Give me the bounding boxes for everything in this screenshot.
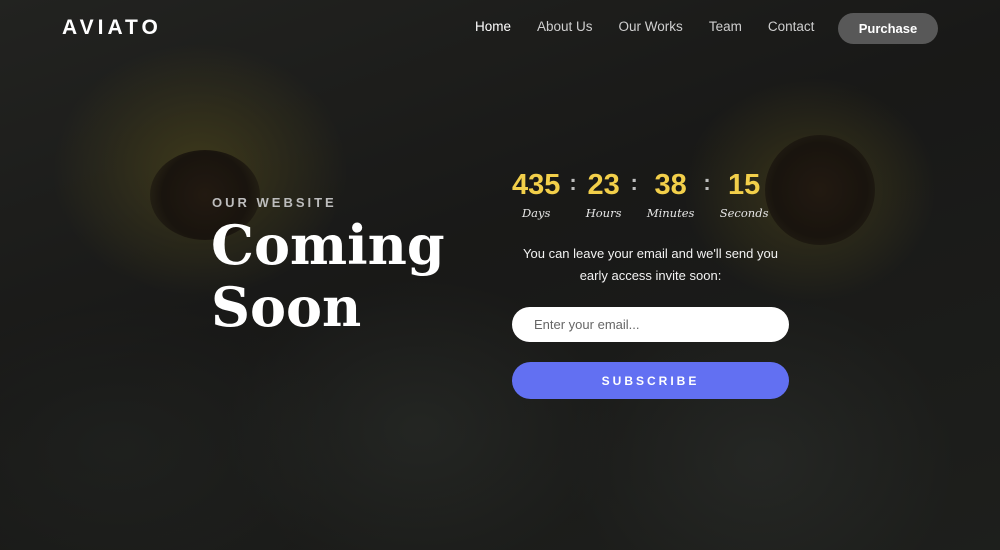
countdown-minutes: 38 Minutes	[647, 168, 695, 220]
minutes-label: Minutes	[646, 206, 695, 220]
countdown-days: 435 Days	[512, 168, 560, 220]
title-line-1: Coming	[211, 213, 445, 277]
signup-description: You can leave your email and we'll send …	[523, 246, 778, 283]
nav-about-us[interactable]: About Us	[524, 19, 606, 34]
logo[interactable]: AVIATO	[62, 16, 162, 40]
countdown-separator: :	[569, 170, 577, 195]
countdown-separator: :	[703, 170, 711, 195]
email-input[interactable]	[512, 307, 789, 342]
countdown: 435 Days : 23 Hours : 38 Minutes : 15 Se…	[512, 168, 768, 220]
seconds-value: 15	[727, 169, 761, 201]
nav-home[interactable]: Home	[462, 19, 524, 34]
nav-team[interactable]: Team	[696, 19, 755, 34]
nav-contact[interactable]: Contact	[755, 19, 828, 34]
countdown-hours: 23 Hours	[586, 168, 622, 220]
days-value: 435	[512, 169, 561, 201]
hero-eyebrow: OUR WEBSITE	[212, 195, 337, 210]
hours-label: Hours	[585, 206, 622, 220]
minutes-value: 38	[654, 169, 687, 201]
days-label: Days	[521, 206, 551, 220]
purchase-button[interactable]: Purchase	[838, 13, 938, 44]
nav-our-works[interactable]: Our Works	[606, 19, 696, 34]
background-overlay	[0, 0, 1000, 550]
countdown-seconds: 15 Seconds	[720, 168, 769, 220]
main-nav: Home About Us Our Works Team Contact	[462, 19, 827, 34]
hours-value: 23	[587, 169, 620, 201]
seconds-label: Seconds	[719, 206, 769, 220]
countdown-separator: :	[630, 170, 638, 195]
title-line-2: Soon	[211, 275, 362, 339]
page-title: Coming Soon	[211, 214, 471, 338]
subscribe-button[interactable]: SUBSCRIBE	[512, 362, 789, 399]
